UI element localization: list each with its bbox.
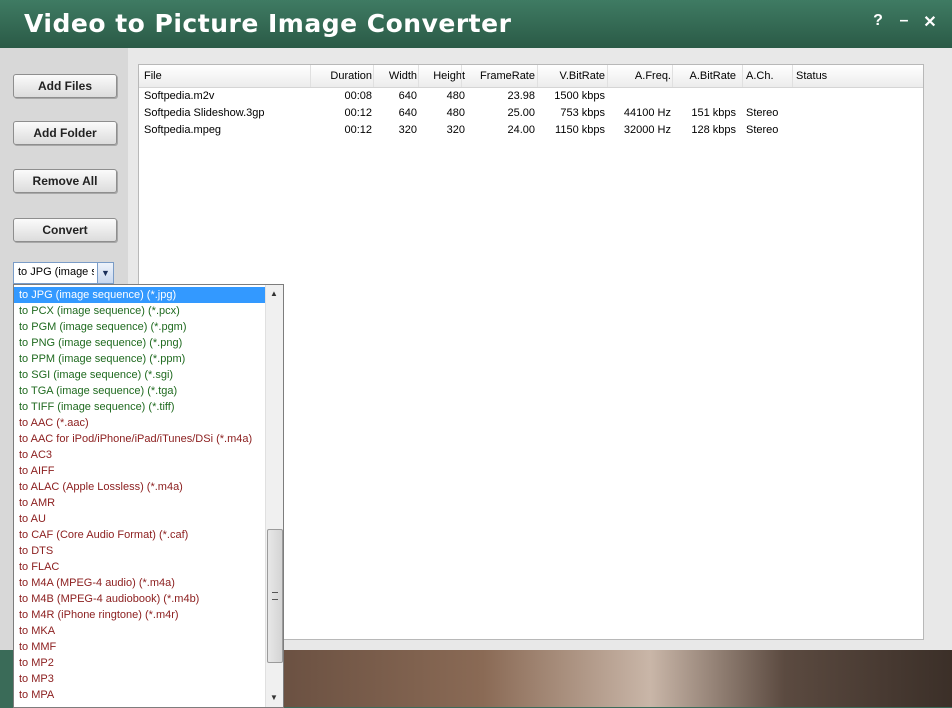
grip-icon bbox=[272, 592, 278, 600]
cell-afreq: 44100 Hz bbox=[623, 107, 671, 119]
cell-vbitrate: 1150 kbps bbox=[555, 124, 605, 136]
table-row[interactable]: Softpedia Slideshow.3gp 00:12 640 480 25.00 7… bbox=[139, 106, 923, 123]
column-divider[interactable] bbox=[742, 65, 743, 87]
cell-width: 640 bbox=[398, 90, 417, 102]
dropdown-option[interactable]: to MP2 bbox=[14, 655, 270, 671]
file-list-header: File Duration Width Height FrameRate V.BitRat… bbox=[139, 65, 923, 88]
dropdown-option[interactable]: to AAC for iPod/iPhone/iPad/iTunes/DSi (… bbox=[14, 431, 270, 447]
dropdown-option[interactable]: to AAC (*.aac) bbox=[14, 415, 270, 431]
cell-duration: 00:08 bbox=[344, 90, 372, 102]
dropdown-option[interactable]: to TGA (image sequence) (*.tga) bbox=[14, 383, 270, 399]
dropdown-option[interactable]: to PNG (image sequence) (*.png) bbox=[14, 335, 270, 351]
dropdown-option[interactable]: to PPM (image sequence) (*.ppm) bbox=[14, 351, 270, 367]
window-title: Video to Picture Image Converter bbox=[24, 9, 512, 38]
dropdown-option[interactable]: to AMR bbox=[14, 495, 270, 511]
remove-all-button[interactable]: Remove All bbox=[13, 169, 117, 193]
dropdown-option[interactable]: to DTS bbox=[14, 543, 270, 559]
scroll-down-icon[interactable]: ▼ bbox=[270, 693, 278, 702]
column-header-width[interactable]: Width bbox=[377, 70, 417, 82]
cell-height: 480 bbox=[446, 90, 465, 102]
dropdown-option[interactable]: to M4B (MPEG-4 audiobook) (*.m4b) bbox=[14, 591, 270, 607]
cell-framerate: 24.00 bbox=[507, 124, 535, 136]
cell-width: 640 bbox=[398, 107, 417, 119]
column-divider[interactable] bbox=[792, 65, 793, 87]
column-divider[interactable] bbox=[461, 65, 462, 87]
format-dropdown-list[interactable]: to JPG (image sequence) (*.jpg) to PCX (i… bbox=[13, 284, 284, 708]
column-divider[interactable] bbox=[607, 65, 608, 87]
table-row[interactable]: Softpedia.m2v 00:08 640 480 23.98 1500 kbps bbox=[139, 89, 923, 106]
column-divider[interactable] bbox=[537, 65, 538, 87]
column-header-duration[interactable]: Duration bbox=[314, 70, 372, 82]
dropdown-option[interactable]: to AIFF bbox=[14, 463, 270, 479]
dropdown-scrollbar[interactable]: ▲ ▼ bbox=[265, 285, 283, 707]
dropdown-option[interactable]: to PCX (image sequence) (*.pcx) bbox=[14, 303, 270, 319]
dropdown-option[interactable]: to PGM (image sequence) (*.pgm) bbox=[14, 319, 270, 335]
dropdown-option[interactable]: to AC3 bbox=[14, 447, 270, 463]
cell-vbitrate: 753 kbps bbox=[560, 107, 605, 119]
dropdown-option[interactable]: to MP3 bbox=[14, 671, 270, 687]
column-divider[interactable] bbox=[672, 65, 673, 87]
dropdown-option[interactable]: to M4A (MPEG-4 audio) (*.m4a) bbox=[14, 575, 270, 591]
column-header-framerate[interactable]: FrameRate bbox=[465, 70, 535, 82]
scroll-thumb[interactable] bbox=[267, 529, 283, 663]
column-header-afreq[interactable]: A.Freq. bbox=[611, 70, 671, 82]
cell-file: Softpedia Slideshow.3gp bbox=[144, 107, 265, 119]
minimize-button[interactable]: – bbox=[894, 12, 914, 30]
column-header-status[interactable]: Status bbox=[796, 70, 896, 82]
dropdown-option[interactable]: to FLAC bbox=[14, 559, 270, 575]
cell-ach: Stereo bbox=[746, 124, 779, 136]
dropdown-option[interactable]: to CAF (Core Audio Format) (*.caf) bbox=[14, 527, 270, 543]
column-header-abitrate[interactable]: A.BitRate bbox=[676, 70, 736, 82]
column-header-file[interactable]: File bbox=[144, 70, 304, 82]
close-button[interactable]: ✕ bbox=[920, 12, 940, 32]
scroll-up-icon[interactable]: ▲ bbox=[270, 289, 278, 298]
cell-height: 480 bbox=[446, 107, 465, 119]
cell-file: Softpedia.m2v bbox=[144, 90, 215, 102]
convert-button[interactable]: Convert bbox=[13, 218, 117, 242]
cell-file: Softpedia.mpeg bbox=[144, 124, 222, 136]
dropdown-option[interactable]: to SGI (image sequence) (*.sgi) bbox=[14, 367, 270, 383]
table-row[interactable]: Softpedia.mpeg 00:12 320 320 24.00 1150 kbps 3… bbox=[139, 123, 923, 140]
cell-framerate: 25.00 bbox=[507, 107, 535, 119]
dropdown-option[interactable]: to JPG (image sequence) (*.jpg) bbox=[14, 287, 270, 303]
dropdown-option[interactable]: to MKA bbox=[14, 623, 270, 639]
cell-ach: Stereo bbox=[746, 107, 779, 119]
column-divider[interactable] bbox=[418, 65, 419, 87]
desktop-background bbox=[282, 650, 952, 707]
format-select-value: to JPG (image s bbox=[18, 266, 94, 278]
column-header-height[interactable]: Height bbox=[422, 70, 465, 82]
cell-width: 320 bbox=[398, 124, 417, 136]
add-files-button[interactable]: Add Files bbox=[13, 74, 117, 98]
format-select[interactable]: to JPG (image s ▼ bbox=[13, 262, 114, 284]
dropdown-option[interactable]: to AU bbox=[14, 511, 270, 527]
cell-abitrate: 151 kbps bbox=[691, 107, 736, 119]
column-header-vbitrate[interactable]: V.BitRate bbox=[541, 70, 605, 82]
column-divider[interactable] bbox=[373, 65, 374, 87]
add-folder-button[interactable]: Add Folder bbox=[13, 121, 117, 145]
cell-framerate: 23.98 bbox=[507, 90, 535, 102]
dropdown-option[interactable]: to MMF bbox=[14, 639, 270, 655]
cell-height: 320 bbox=[446, 124, 465, 136]
column-divider[interactable] bbox=[310, 65, 311, 87]
cell-vbitrate: 1500 kbps bbox=[554, 90, 605, 102]
help-button[interactable]: ? bbox=[868, 12, 888, 30]
cell-duration: 00:12 bbox=[344, 124, 372, 136]
dropdown-option[interactable]: to ALAC (Apple Lossless) (*.m4a) bbox=[14, 479, 270, 495]
title-bar: Video to Picture Image Converter ? – ✕ bbox=[0, 0, 952, 48]
dropdown-option[interactable]: to M4R (iPhone ringtone) (*.m4r) bbox=[14, 607, 270, 623]
column-header-ach[interactable]: A.Ch. bbox=[746, 70, 791, 82]
cell-afreq: 32000 Hz bbox=[623, 124, 671, 136]
cell-abitrate: 128 kbps bbox=[691, 124, 736, 136]
dropdown-option[interactable]: to MPA bbox=[14, 687, 270, 703]
chevron-down-icon[interactable]: ▼ bbox=[97, 263, 113, 283]
dropdown-option[interactable]: to TIFF (image sequence) (*.tiff) bbox=[14, 399, 270, 415]
cell-duration: 00:12 bbox=[344, 107, 372, 119]
